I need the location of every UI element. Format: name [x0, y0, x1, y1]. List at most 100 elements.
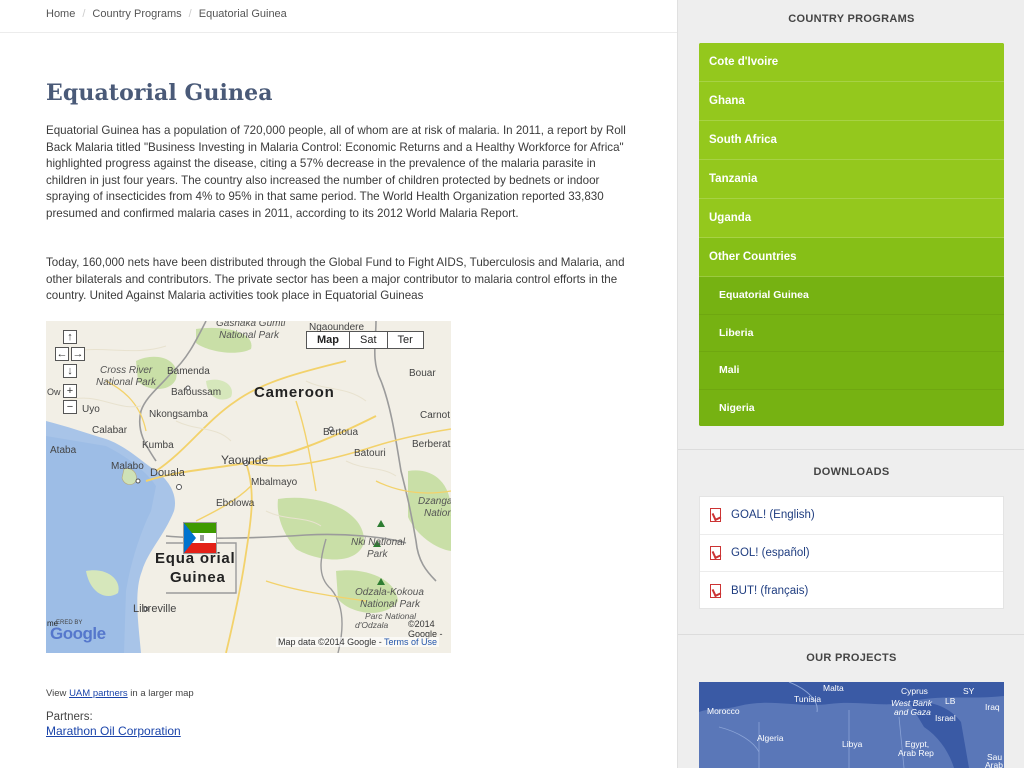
country-programs-menu: Cote d'Ivoire Ghana South Africa Tanzani…	[699, 43, 1004, 426]
program-item-south-africa[interactable]: South Africa	[699, 121, 1004, 160]
map-label: National Park	[219, 330, 280, 341]
divider	[678, 634, 1024, 635]
terms-of-use-link[interactable]: Terms of Use	[384, 637, 437, 647]
map-label: Batouri	[354, 448, 386, 459]
map-label: Libreville	[133, 603, 177, 615]
download-item[interactable]: GOAL! (English)	[700, 497, 1003, 535]
map-label: Cross River	[100, 365, 153, 376]
map-label: Yaounde	[221, 453, 269, 467]
page-title: Equatorial Guinea	[46, 80, 273, 106]
program-item-ghana[interactable]: Ghana	[699, 82, 1004, 121]
country-programs-heading: COUNTRY PROGRAMS	[788, 13, 915, 25]
download-item[interactable]: GOL! (español)	[700, 535, 1003, 572]
map-label: Ow	[47, 387, 61, 397]
pan-up-icon[interactable]: ↑	[63, 330, 77, 344]
map-label: Malta	[823, 683, 844, 693]
breadcrumb-country-programs[interactable]: Country Programs	[92, 8, 181, 20]
zoom-in-icon[interactable]: +	[63, 384, 77, 398]
map-label: Gashaka Gumti	[216, 321, 286, 329]
map-label: Bertoua	[323, 427, 359, 438]
map-label: Dzanga	[418, 496, 451, 507]
map-label: Nkongsamba	[149, 409, 208, 420]
projects-map[interactable]: Malta Cyprus SY Tunisia LB Iraq Morocco …	[699, 682, 1004, 768]
map-label: Bamenda	[167, 366, 210, 377]
map-label: Ataba	[50, 445, 77, 456]
partner-link-marathon-oil[interactable]: Marathon Oil Corporation	[46, 724, 181, 738]
map-copyright: ©2014 Google -	[408, 619, 443, 639]
main-content: Home / Country Programs / Equatorial Gui…	[0, 0, 677, 768]
map-label-cameroon: Cameroon	[254, 384, 335, 401]
map-type-terrain-button[interactable]: Ter	[386, 332, 423, 348]
breadcrumb-home[interactable]: Home	[46, 8, 75, 20]
map-label: Morocco	[707, 706, 740, 716]
google-logo: Google	[50, 624, 106, 643]
program-subitem-nigeria[interactable]: Nigeria	[699, 389, 1004, 426]
equatorial-guinea-flag-icon	[184, 523, 216, 553]
download-label: GOAL! (English)	[731, 509, 815, 522]
map-label: Kumba	[142, 440, 174, 451]
download-label: BUT! (français)	[731, 584, 809, 597]
pdf-icon	[710, 545, 721, 560]
map-label: Nki National	[351, 537, 405, 548]
map-label: Tunisia	[794, 694, 822, 704]
download-item[interactable]: BUT! (français)	[700, 572, 1003, 610]
breadcrumb: Home / Country Programs / Equatorial Gui…	[46, 8, 287, 20]
map-label: Bafoussam	[171, 387, 222, 398]
sidebar: COUNTRY PROGRAMS Cote d'Ivoire Ghana Sou…	[677, 0, 1024, 768]
map-type-map-button[interactable]: Map	[307, 332, 349, 348]
breadcrumb-separator: /	[188, 8, 192, 20]
map-credit-text: Map data ©2014 Google -	[278, 637, 385, 647]
map-type-control: Map Sat Ter	[306, 331, 424, 349]
downloads-heading: DOWNLOADS	[813, 466, 890, 478]
program-subitem-equatorial-guinea[interactable]: Equatorial Guinea	[699, 277, 1004, 315]
map-label: Ebolowa	[216, 498, 255, 509]
pdf-icon	[710, 508, 721, 523]
pan-down-icon[interactable]: ↓	[63, 364, 77, 378]
projects-map-terrain	[699, 682, 1004, 768]
map-type-sat-button[interactable]: Sat	[349, 332, 387, 348]
map-label: Iraq	[985, 702, 1000, 712]
map-label: Berberati	[412, 439, 451, 450]
map-label: Arab Rep	[898, 748, 934, 758]
map-label: Uyo	[82, 404, 100, 415]
map-label: Israel	[935, 713, 956, 723]
map-label: Park	[367, 549, 388, 560]
map-credit: Map data ©2014 Google - Terms of Use	[276, 637, 440, 647]
map-label: Algeria	[757, 733, 784, 743]
program-item-uganda[interactable]: Uganda	[699, 199, 1004, 238]
map-label: Malabo	[111, 461, 144, 472]
pan-left-icon[interactable]: ←	[55, 347, 69, 361]
map-label: Nation	[424, 508, 451, 519]
program-item-other-countries[interactable]: Other Countries	[699, 238, 1004, 277]
country-flag-marker[interactable]	[183, 522, 217, 554]
map-label: and Gaza	[894, 707, 931, 717]
view-suffix: in a larger map	[127, 688, 194, 699]
map-label: Libya	[842, 739, 863, 749]
program-item-tanzania[interactable]: Tanzania	[699, 160, 1004, 199]
map-label: Arab	[985, 760, 1003, 768]
map-label: Ngaoundere	[309, 322, 365, 333]
our-projects-heading: OUR PROJECTS	[806, 652, 897, 664]
breadcrumb-current: Equatorial Guinea	[198, 8, 287, 20]
zoom-out-icon[interactable]: −	[63, 400, 77, 414]
download-label: GOL! (español)	[731, 546, 810, 559]
partners-label: Partners:	[46, 711, 93, 723]
map-label: National Park	[96, 377, 157, 388]
map-label: Calabar	[92, 425, 128, 436]
program-subitem-liberia[interactable]: Liberia	[699, 314, 1004, 352]
program-subitem-mali[interactable]: Mali	[699, 352, 1004, 390]
body-paragraph: Today, 160,000 nets have been distribute…	[46, 256, 625, 303]
embedded-map[interactable]: Map Sat Ter ↑ ← → ↓ + − Ow Gashaka Gumti…	[46, 321, 451, 653]
map-label: Bouar	[409, 368, 436, 379]
map-label: National Park	[360, 599, 421, 610]
breadcrumb-separator: /	[82, 8, 86, 20]
map-label: Odzala-Kokoua	[355, 587, 424, 598]
map-label: LB	[945, 696, 956, 706]
pan-right-icon[interactable]: →	[71, 347, 85, 361]
map-label: Carnot	[420, 410, 451, 421]
intro-paragraph: Equatorial Guinea has a population of 72…	[46, 124, 626, 220]
uam-partners-link[interactable]: UAM partners	[69, 688, 128, 699]
map-label: Douala	[150, 467, 185, 479]
divider	[678, 449, 1024, 450]
program-item-cote-divoire[interactable]: Cote d'Ivoire	[699, 43, 1004, 82]
